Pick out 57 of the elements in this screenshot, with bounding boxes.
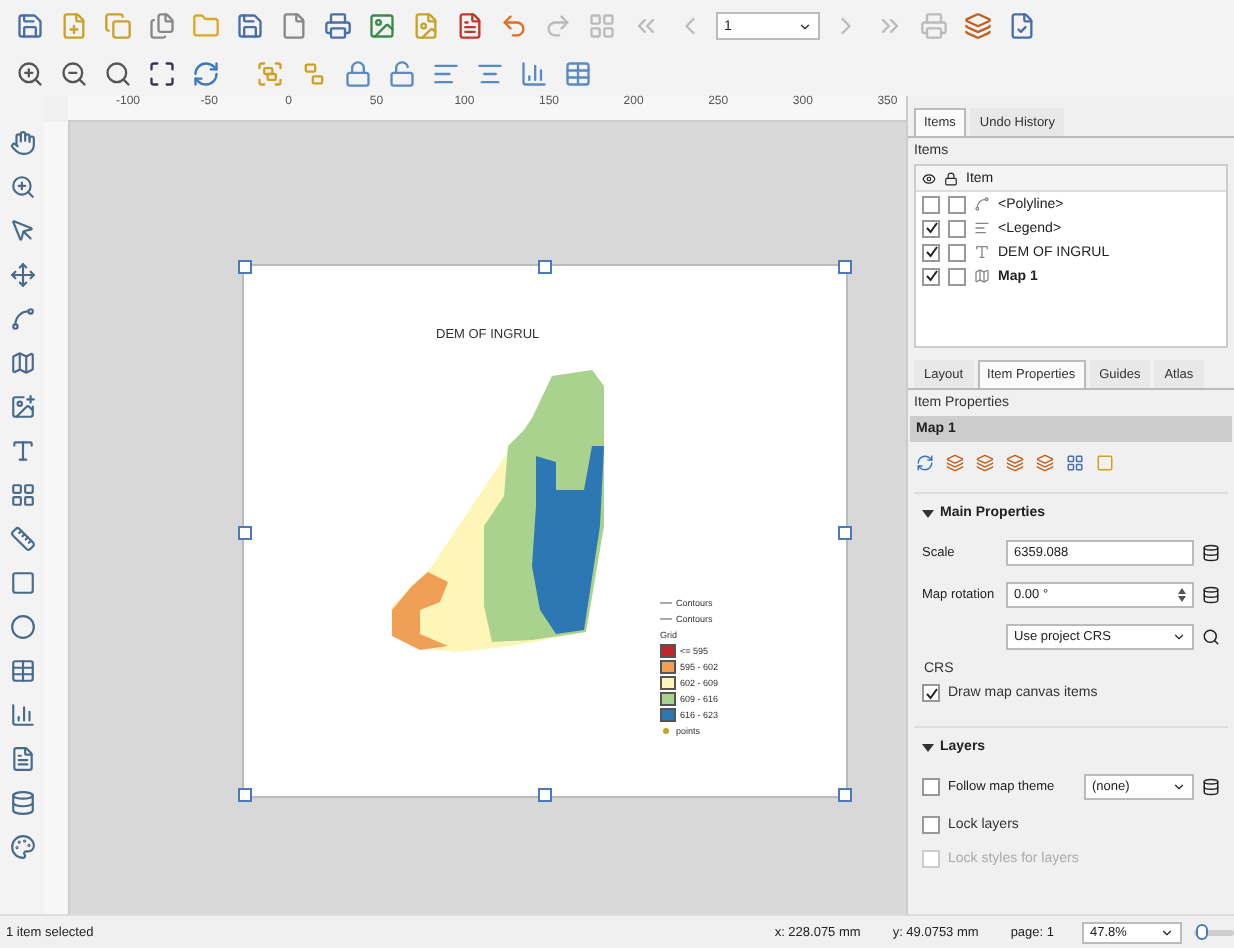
unlock-icon[interactable]	[384, 56, 420, 92]
zoom-full-icon[interactable]	[100, 56, 136, 92]
export-atlas-icon[interactable]	[960, 8, 996, 44]
contour-line-icon	[660, 600, 672, 606]
zoom-extent-icon[interactable]	[144, 56, 180, 92]
polyline-item-icon	[974, 196, 990, 212]
map-tool-icon[interactable]	[1006, 454, 1024, 472]
contour-line-icon	[660, 616, 672, 622]
map-tool-icon[interactable]	[976, 454, 994, 472]
data-defined-icon[interactable]	[1202, 586, 1220, 604]
save-template-icon[interactable]	[232, 8, 268, 44]
visibility-checkbox[interactable]	[922, 243, 940, 261]
save-icon[interactable]	[12, 8, 48, 44]
image-export-icon[interactable]	[364, 8, 400, 44]
checkbox[interactable]	[922, 778, 940, 796]
crs-select-icon[interactable]	[1202, 628, 1220, 646]
selection-handle[interactable]	[238, 526, 252, 540]
table-icon[interactable]	[560, 56, 596, 92]
selection-handle[interactable]	[538, 260, 552, 274]
checkbox[interactable]	[922, 816, 940, 834]
expanded-icon[interactable]	[922, 741, 934, 753]
print-icon[interactable]	[320, 8, 356, 44]
selection-handle[interactable]	[538, 788, 552, 802]
visibility-icon	[922, 171, 936, 185]
zoom-in-icon[interactable]	[12, 56, 48, 92]
map-tool-icon[interactable]	[946, 454, 964, 472]
spin-arrows-icon[interactable]	[1178, 588, 1186, 602]
checkbox[interactable]	[922, 684, 940, 702]
data-defined-icon[interactable]	[1202, 544, 1220, 562]
selection-handle[interactable]	[238, 788, 252, 802]
visibility-checkbox[interactable]	[922, 195, 940, 213]
lock-checkbox[interactable]	[948, 267, 966, 285]
lock-checkbox[interactable]	[948, 195, 966, 213]
map-tool-icon[interactable]	[916, 454, 934, 472]
lock-checkbox[interactable]	[948, 243, 966, 261]
expanded-icon[interactable]	[922, 507, 934, 519]
selection-handle[interactable]	[838, 526, 852, 540]
point-icon	[660, 726, 672, 736]
zoom-slider-thumb[interactable]	[1195, 923, 1208, 939]
lock-icon[interactable]	[340, 56, 376, 92]
layout-manager-icon[interactable]	[144, 8, 180, 44]
data-defined-icon[interactable]	[1202, 778, 1220, 796]
selection-handle[interactable]	[238, 260, 252, 274]
map-tool-icon[interactable]	[1066, 454, 1084, 472]
visibility-checkbox[interactable]	[922, 219, 940, 237]
legend-item-icon	[974, 220, 990, 236]
selection-handle[interactable]	[838, 260, 852, 274]
visibility-checkbox[interactable]	[922, 267, 940, 285]
zoom-out-icon[interactable]	[56, 56, 92, 92]
lock-icon	[944, 171, 958, 185]
lock-checkbox[interactable]	[948, 219, 966, 237]
map-tool-icon[interactable]	[1036, 454, 1054, 472]
label-item-icon	[974, 244, 990, 260]
check-icon	[925, 687, 937, 699]
map-item-icon	[974, 268, 990, 284]
refresh-icon[interactable]	[188, 56, 224, 92]
selection-handle[interactable]	[838, 788, 852, 802]
